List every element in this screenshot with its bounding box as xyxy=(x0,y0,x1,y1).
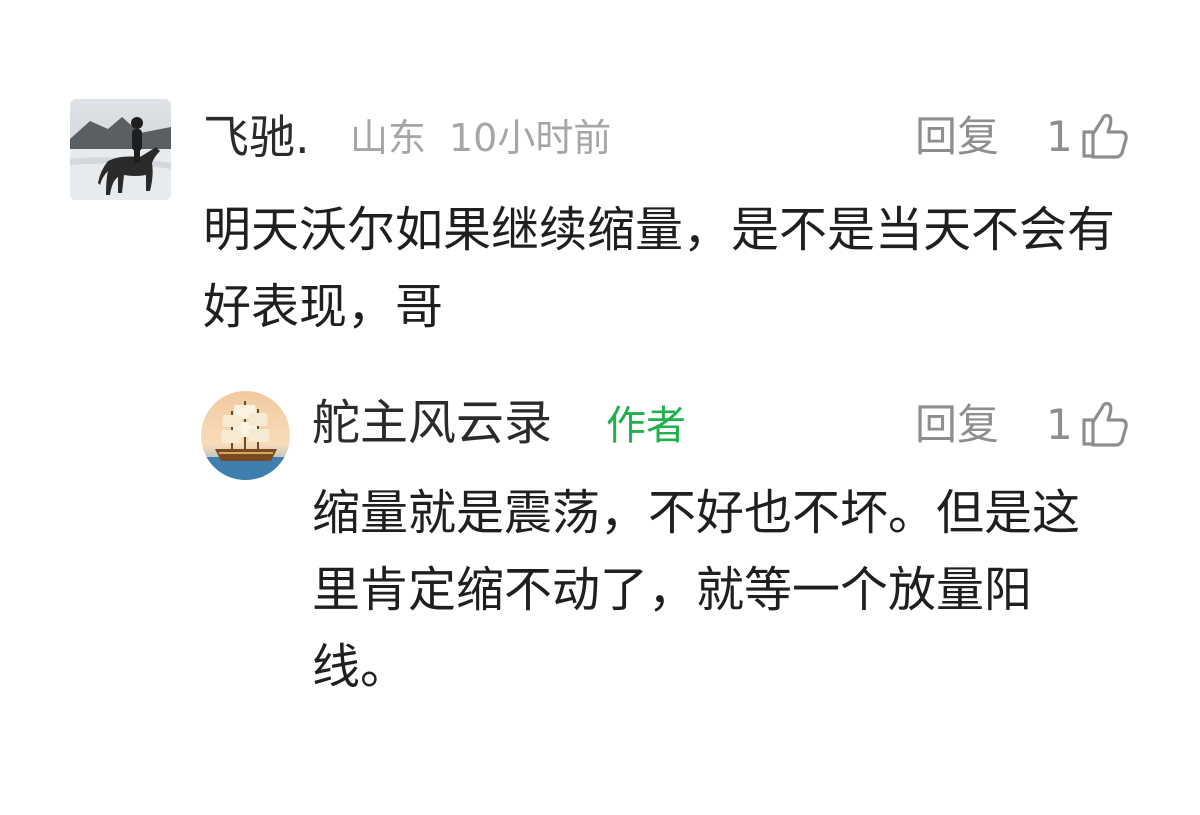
reply-button[interactable]: 回复 xyxy=(915,398,999,452)
thumbs-up-icon[interactable] xyxy=(1080,110,1130,162)
comment-item: 飞驰. 山东 10小时前 回复 1 明天沃尔如果继续缩量，是不是当天不会有好表现… xyxy=(0,0,1200,360)
reply-button[interactable]: 回复 xyxy=(915,110,999,164)
comment-text: 明天沃尔如果继续缩量，是不是当天不会有好表现，哥 xyxy=(203,202,1116,335)
avatar[interactable] xyxy=(70,99,171,200)
avatar[interactable] xyxy=(201,391,290,480)
comment-location: 山东 xyxy=(350,116,427,160)
reply-item: 舵主风云录 作者 回复 1 缩量就是震荡，不好也不坏。但是这里肯定缩不动了，就等… xyxy=(0,360,1200,815)
reply-author-name[interactable]: 舵主风云录 xyxy=(312,392,552,454)
comment-time: 10小时前 xyxy=(449,116,612,160)
reply-text: 缩量就是震荡，不好也不坏。但是这里肯定缩不动了，就等一个放量阳线。 xyxy=(312,485,1081,695)
like-count: 1 xyxy=(1046,112,1073,161)
horse-rider-avatar-icon xyxy=(70,99,171,200)
commenter-name[interactable]: 飞驰. xyxy=(203,108,310,166)
like-count: 1 xyxy=(1046,400,1073,449)
thumbs-up-icon[interactable] xyxy=(1080,398,1130,450)
author-badge: 作者 xyxy=(606,403,686,449)
sailing-ship-avatar-icon xyxy=(201,391,290,480)
